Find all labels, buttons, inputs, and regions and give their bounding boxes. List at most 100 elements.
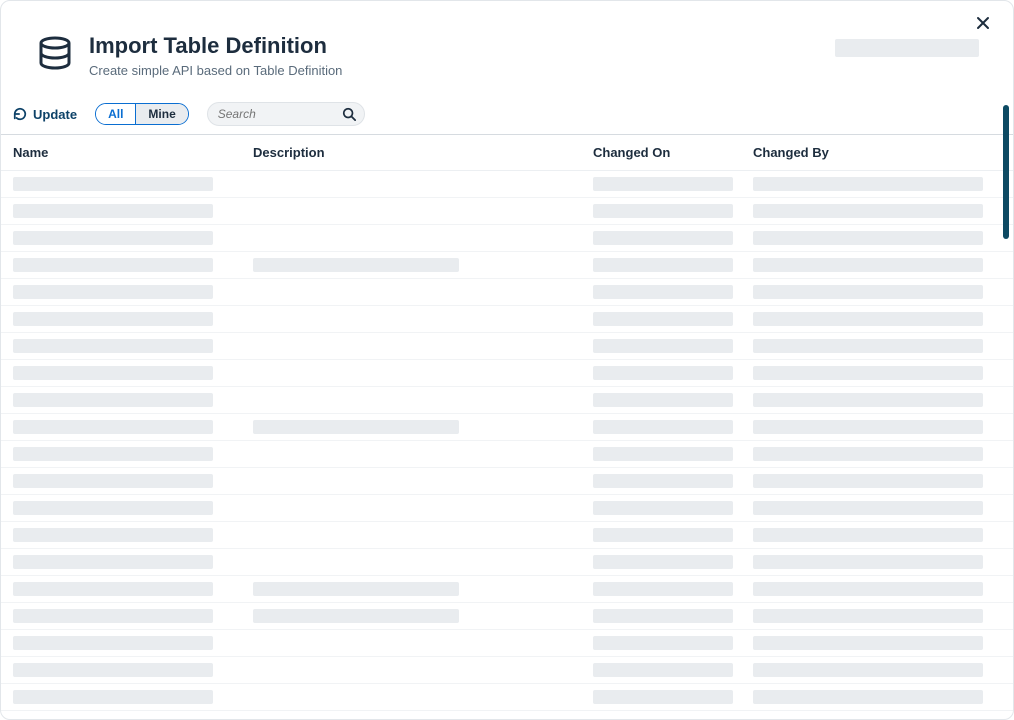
column-header-changed-on[interactable]: Changed On	[593, 145, 753, 160]
cell-changed-on	[593, 231, 753, 245]
database-icon	[35, 33, 75, 73]
cell-changed-on	[593, 555, 753, 569]
cell-changed-on	[593, 474, 753, 488]
cell-name	[13, 636, 253, 650]
cell-changed-on	[593, 447, 753, 461]
close-button[interactable]	[975, 15, 995, 35]
scrollbar-thumb[interactable]	[1003, 105, 1009, 239]
cell-changed-by	[753, 312, 1001, 326]
filter-segmented-control: All Mine	[95, 103, 189, 125]
cell-name	[13, 501, 253, 515]
table-row[interactable]	[1, 549, 1013, 576]
cell-changed-by	[753, 447, 1001, 461]
filter-all-button[interactable]: All	[96, 104, 135, 124]
cell-changed-on	[593, 501, 753, 515]
cell-changed-by	[753, 366, 1001, 380]
cell-changed-by	[753, 420, 1001, 434]
table-row[interactable]	[1, 306, 1013, 333]
cell-changed-on	[593, 204, 753, 218]
table-row[interactable]	[1, 387, 1013, 414]
table-row[interactable]	[1, 279, 1013, 306]
cell-changed-by	[753, 231, 1001, 245]
cell-name	[13, 420, 253, 434]
cell-name	[13, 690, 253, 704]
table-row[interactable]	[1, 684, 1013, 711]
cell-changed-on	[593, 582, 753, 596]
cell-changed-by	[753, 528, 1001, 542]
cell-name	[13, 474, 253, 488]
refresh-icon	[13, 107, 27, 121]
table-row[interactable]	[1, 225, 1013, 252]
column-header-description[interactable]: Description	[253, 145, 593, 160]
cell-changed-by	[753, 609, 1001, 623]
cell-changed-on	[593, 609, 753, 623]
cell-changed-on	[593, 528, 753, 542]
cell-changed-on	[593, 312, 753, 326]
cell-description	[253, 609, 593, 623]
search-input[interactable]	[208, 107, 364, 121]
header-action-placeholder	[835, 39, 979, 57]
cell-changed-by	[753, 204, 1001, 218]
import-table-definition-dialog: Import Table Definition Create simple AP…	[0, 0, 1014, 720]
cell-name	[13, 447, 253, 461]
cell-changed-on	[593, 366, 753, 380]
table-row[interactable]	[1, 603, 1013, 630]
table-row[interactable]	[1, 333, 1013, 360]
cell-changed-on	[593, 636, 753, 650]
cell-changed-on	[593, 420, 753, 434]
table-row[interactable]	[1, 495, 1013, 522]
cell-changed-by	[753, 177, 1001, 191]
toolbar: Update All Mine	[1, 78, 1013, 134]
table-row[interactable]	[1, 252, 1013, 279]
table-row[interactable]	[1, 441, 1013, 468]
cell-name	[13, 393, 253, 407]
cell-name	[13, 366, 253, 380]
cell-name	[13, 555, 253, 569]
table-row[interactable]	[1, 522, 1013, 549]
table-row[interactable]	[1, 576, 1013, 603]
cell-changed-by	[753, 393, 1001, 407]
table-body	[1, 171, 1013, 711]
dialog-subtitle: Create simple API based on Table Definit…	[89, 63, 835, 78]
update-label: Update	[33, 107, 77, 122]
dialog-title: Import Table Definition	[89, 33, 835, 59]
cell-name	[13, 312, 253, 326]
cell-name	[13, 609, 253, 623]
column-header-name[interactable]: Name	[13, 145, 253, 160]
cell-name	[13, 285, 253, 299]
table-row[interactable]	[1, 198, 1013, 225]
cell-changed-on	[593, 339, 753, 353]
table-row[interactable]	[1, 468, 1013, 495]
cell-changed-on	[593, 285, 753, 299]
cell-changed-by	[753, 258, 1001, 272]
search-field-wrapper	[207, 102, 365, 126]
dialog-header: Import Table Definition Create simple AP…	[1, 1, 1013, 78]
table-row[interactable]	[1, 657, 1013, 684]
cell-name	[13, 339, 253, 353]
cell-changed-by	[753, 501, 1001, 515]
cell-changed-on	[593, 393, 753, 407]
cell-changed-on	[593, 690, 753, 704]
table-header-row: Name Description Changed On Changed By	[1, 135, 1013, 171]
cell-changed-by	[753, 474, 1001, 488]
cell-name	[13, 258, 253, 272]
table-row[interactable]	[1, 630, 1013, 657]
column-header-changed-by[interactable]: Changed By	[753, 145, 1001, 160]
cell-changed-by	[753, 582, 1001, 596]
cell-description	[253, 420, 593, 434]
cell-changed-on	[593, 663, 753, 677]
filter-mine-button[interactable]: Mine	[136, 104, 187, 124]
cell-description	[253, 582, 593, 596]
cell-name	[13, 231, 253, 245]
update-button[interactable]: Update	[13, 107, 77, 122]
cell-changed-on	[593, 177, 753, 191]
cell-changed-by	[753, 663, 1001, 677]
table-row[interactable]	[1, 360, 1013, 387]
table: Name Description Changed On Changed By	[1, 134, 1013, 718]
cell-name	[13, 528, 253, 542]
close-icon	[975, 15, 991, 31]
table-row[interactable]	[1, 414, 1013, 441]
table-row[interactable]	[1, 171, 1013, 198]
cell-description	[253, 258, 593, 272]
cell-changed-by	[753, 285, 1001, 299]
